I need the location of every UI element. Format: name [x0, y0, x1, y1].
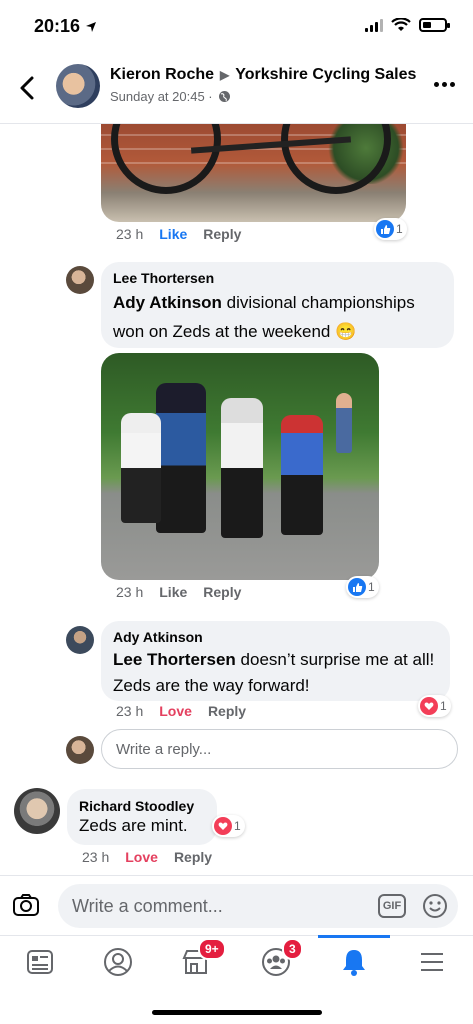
- comment-composer: Write a comment... GIF: [0, 875, 473, 935]
- status-bar: 20:16: [0, 0, 473, 52]
- reaction-badge[interactable]: 1: [346, 576, 379, 598]
- tab-notifications[interactable]: [334, 944, 374, 980]
- tab-marketplace[interactable]: 9+: [176, 938, 226, 980]
- reaction-count: 1: [368, 580, 375, 594]
- clock: 20:16: [34, 16, 81, 36]
- like-button[interactable]: Like: [159, 584, 187, 600]
- like-icon: [376, 220, 394, 238]
- post-title: Kieron Roche ▶ Yorkshire Cycling Sales: [110, 66, 416, 84]
- love-button[interactable]: Love: [125, 849, 158, 865]
- wifi-icon: [391, 18, 411, 31]
- reaction-badge[interactable]: 1: [418, 695, 451, 717]
- bell-icon: [343, 950, 365, 976]
- emoji-icon[interactable]: [422, 893, 448, 919]
- comment-input[interactable]: Write a comment... GIF: [58, 884, 458, 928]
- reply-button[interactable]: Reply: [203, 584, 241, 600]
- commenter-avatar[interactable]: [66, 626, 94, 654]
- love-button[interactable]: Love: [159, 703, 192, 719]
- comment-text: Ady Atkinson divisional championships wo…: [113, 288, 442, 346]
- back-arrow-icon[interactable]: [16, 74, 40, 102]
- comment-bubble: Lee Thortersen Ady Atkinson divisional c…: [101, 262, 454, 348]
- battery-icon: [419, 18, 450, 32]
- comment-actions: 23 h Like Reply: [116, 226, 241, 242]
- reaction-badge[interactable]: 1: [374, 218, 407, 240]
- commenter-name[interactable]: Lee Thortersen: [113, 270, 442, 286]
- reply-input[interactable]: Write a reply...: [101, 729, 458, 769]
- profile-icon: [104, 948, 132, 976]
- commenter-name[interactable]: Richard Stoodley: [79, 798, 205, 814]
- camera-icon[interactable]: [12, 893, 40, 917]
- reply-placeholder: Write a reply...: [116, 740, 212, 758]
- author-avatar[interactable]: [56, 64, 100, 108]
- reply-button[interactable]: Reply: [174, 849, 212, 865]
- commenter-name[interactable]: Ady Atkinson: [113, 629, 438, 645]
- comment-time: 23 h: [116, 584, 144, 600]
- arrow-right-icon: ▶: [220, 68, 230, 82]
- tab-menu[interactable]: [412, 944, 452, 980]
- comment-placeholder: Write a comment...: [72, 895, 223, 916]
- comment-text: Zeds are mint.: [79, 816, 188, 835]
- news-feed-icon: [27, 950, 53, 974]
- reply-button[interactable]: Reply: [208, 703, 246, 719]
- tab-news-feed[interactable]: [20, 944, 60, 980]
- menu-icon: [421, 953, 443, 971]
- tab-groups[interactable]: 3: [256, 938, 303, 980]
- comment-bubble: Ady Atkinson Lee Thortersen doesn’t surp…: [101, 621, 450, 701]
- like-icon: [348, 578, 366, 596]
- group-name[interactable]: Yorkshire Cycling Sales: [235, 66, 416, 84]
- commenter-avatar[interactable]: [66, 266, 94, 294]
- current-user-avatar: [66, 736, 94, 764]
- tab-profile[interactable]: [98, 944, 138, 980]
- gif-icon[interactable]: GIF: [378, 894, 406, 918]
- reaction-badge[interactable]: 1: [212, 815, 245, 837]
- location-arrow-icon: [86, 22, 97, 32]
- reaction-count: 1: [396, 222, 403, 236]
- signal-icon: [365, 18, 383, 32]
- like-button[interactable]: Like: [159, 226, 187, 242]
- race-photo[interactable]: [101, 353, 379, 580]
- comment-actions: 23 h Love Reply: [82, 849, 212, 865]
- reaction-count: 1: [440, 699, 447, 713]
- gif-label: GIF: [382, 900, 402, 912]
- post-meta: Sunday at 20:45 ·: [110, 89, 231, 104]
- active-tab-indicator: [318, 935, 390, 938]
- reply-button[interactable]: Reply: [203, 226, 241, 242]
- mention[interactable]: Ady Atkinson: [113, 293, 222, 312]
- author-name[interactable]: Kieron Roche: [110, 66, 214, 84]
- groups-badge: 3: [282, 938, 303, 960]
- more-icon[interactable]: [434, 82, 455, 87]
- commenter-avatar[interactable]: [14, 788, 60, 834]
- post-header: Kieron Roche ▶ Yorkshire Cycling Sales S…: [0, 52, 473, 124]
- marketplace-badge: 9+: [198, 938, 226, 960]
- love-icon: [214, 817, 232, 835]
- home-indicator[interactable]: [152, 1010, 322, 1015]
- status-time: 20:16: [34, 16, 97, 37]
- comment-time: 23 h: [82, 849, 110, 865]
- comment-actions: 23 h Love Reply: [116, 703, 246, 719]
- status-icons: [365, 18, 450, 32]
- comment-actions: 23 h Like Reply: [116, 584, 241, 600]
- reaction-count: 1: [234, 819, 241, 833]
- comment-text: Lee Thortersen doesn’t surprise me at al…: [113, 647, 438, 699]
- comment-bubble: Richard Stoodley Zeds are mint.: [67, 789, 217, 845]
- post-timestamp[interactable]: Sunday at 20:45 ·: [110, 89, 213, 104]
- comment-time: 23 h: [116, 703, 144, 719]
- globe-icon: [218, 91, 230, 102]
- bike-photo[interactable]: [101, 124, 406, 222]
- mention[interactable]: Lee Thortersen: [113, 650, 236, 669]
- love-icon: [420, 697, 438, 715]
- comment-time: 23 h: [116, 226, 144, 242]
